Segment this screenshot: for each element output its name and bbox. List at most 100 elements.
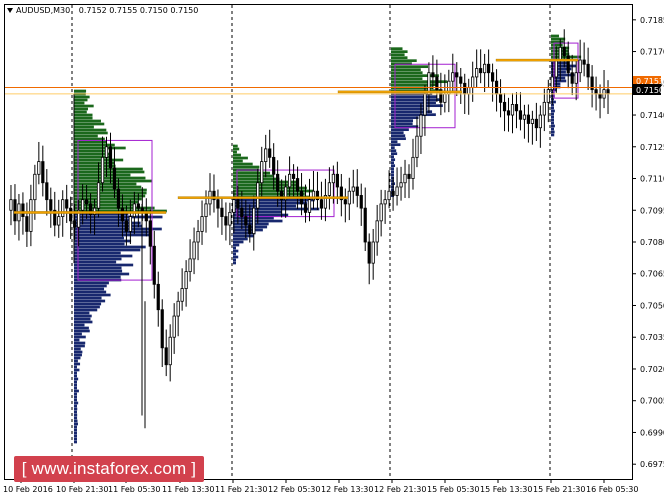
- candle-body: [471, 76, 475, 88]
- profile-bar: [233, 159, 243, 163]
- profile-bar: [74, 350, 83, 354]
- profile-bar: [391, 173, 394, 177]
- candle-body: [81, 199, 85, 211]
- price-tags: 0.7153 0.7150: [633, 76, 664, 95]
- profile-bar: [74, 107, 88, 111]
- candle-body: [411, 156, 415, 179]
- candle-body: [295, 178, 300, 192]
- profile-bar: [74, 236, 124, 240]
- profile-bar: [233, 156, 248, 160]
- candle-body: [331, 173, 335, 184]
- profile-bar: [74, 386, 77, 390]
- profile-bar: [74, 230, 149, 234]
- profile-bar: [74, 281, 109, 285]
- profile-bar: [74, 290, 107, 294]
- watermark-text: [ www.instaforex.com ]: [21, 459, 197, 478]
- profile-bar: [391, 50, 408, 54]
- candle-body: [558, 46, 562, 61]
- candle-body: [383, 199, 387, 205]
- profile-bar: [74, 296, 102, 300]
- profile-bar: [74, 269, 123, 273]
- profile-bar: [74, 362, 81, 366]
- profile-bar: [391, 83, 438, 87]
- x-tick-label: 15 Feb 21:30: [533, 485, 585, 494]
- candle-body: [319, 199, 324, 209]
- chart-window: 0.71850.71700.71550.71400.71250.71100.70…: [0, 0, 664, 498]
- candle-body: [419, 114, 423, 137]
- candle-body: [116, 188, 121, 209]
- profile-bar: [74, 158, 124, 162]
- candle-body: [582, 59, 586, 65]
- profile-bar: [74, 380, 77, 384]
- profile-bar: [391, 113, 436, 117]
- profile-bar: [391, 137, 406, 141]
- candle-body: [236, 199, 240, 209]
- profile-bar: [74, 140, 106, 144]
- candle-body: [562, 46, 566, 57]
- profile-bar: [74, 119, 101, 123]
- candle-body: [37, 161, 41, 175]
- x-tick-label: 12 Feb 13:30: [321, 485, 373, 494]
- y-tick-label: 0.7140: [640, 111, 664, 120]
- profile-bar: [74, 326, 89, 330]
- y-tick-label: 0.7050: [640, 301, 664, 310]
- candle-body: [61, 199, 65, 218]
- profile-bar: [551, 121, 554, 125]
- profile-bar: [74, 383, 77, 387]
- candle-body: [240, 207, 244, 218]
- candle-body: [459, 76, 463, 84]
- value-area-boxes: [77, 42, 579, 281]
- profile-bar: [391, 77, 423, 81]
- profile-bar: [74, 434, 77, 438]
- profile-bar: [391, 80, 448, 84]
- profile-bar: [391, 59, 417, 63]
- profile-bar: [74, 257, 122, 261]
- profile-bar: [74, 110, 87, 114]
- y-tick-label: 0.7020: [640, 365, 664, 374]
- profile-bar: [74, 128, 107, 132]
- candle-body: [29, 199, 33, 232]
- profile-bar: [551, 118, 554, 122]
- price-chart[interactable]: 0.71850.71700.71550.71400.71250.71100.70…: [0, 0, 664, 498]
- candle-body: [264, 148, 268, 162]
- profile-bar: [391, 119, 414, 123]
- profile-bar: [233, 165, 260, 169]
- profile-bar: [391, 95, 437, 99]
- candle-body: [570, 72, 574, 84]
- candle-body: [351, 186, 355, 192]
- profile-bar: [551, 133, 555, 137]
- poc-line: [13, 211, 167, 214]
- profile-bar: [74, 248, 141, 252]
- profile-bar: [391, 149, 397, 153]
- profile-bar: [391, 167, 394, 171]
- candle-body: [395, 186, 399, 196]
- profile-bar: [551, 130, 555, 134]
- profile-bar: [233, 174, 274, 178]
- candle-body: [291, 173, 296, 179]
- candle-body: [586, 63, 590, 78]
- profile-bar: [74, 104, 94, 108]
- profile-bar: [391, 47, 403, 51]
- profile-bar: [74, 134, 98, 138]
- candle-body: [85, 199, 89, 205]
- profile-bar: [74, 392, 78, 396]
- watermark-banner[interactable]: [ www.instaforex.com ]: [14, 456, 204, 482]
- collapse-triangle-icon[interactable]: [7, 8, 13, 13]
- profile-bar: [74, 320, 93, 324]
- profile-bar: [74, 440, 77, 444]
- profile-bar: [74, 245, 146, 249]
- candle-body: [13, 199, 17, 222]
- session-separators: [71, 5, 551, 479]
- profile-bar: [233, 231, 256, 235]
- profile-bar: [74, 347, 81, 351]
- profile-bar: [74, 332, 82, 336]
- profile-bar: [74, 419, 78, 423]
- profile-bar: [74, 359, 78, 363]
- profile-bar: [391, 161, 394, 165]
- profile-bar: [233, 240, 244, 244]
- profile-bar: [74, 116, 93, 120]
- profile-bar: [233, 234, 254, 238]
- profile-bar: [233, 255, 239, 259]
- candle-body: [518, 110, 523, 120]
- x-tick-label: 15 Feb 13:30: [480, 485, 532, 494]
